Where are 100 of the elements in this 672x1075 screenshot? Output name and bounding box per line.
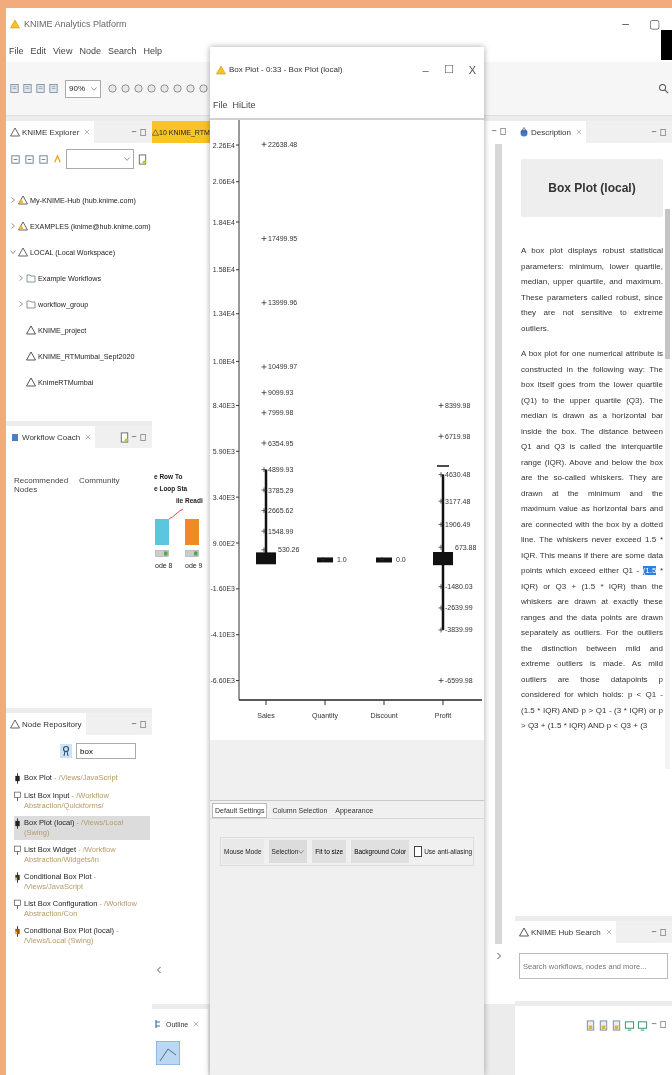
- workflow-icon: [152, 128, 159, 136]
- tree-icon[interactable]: [133, 83, 144, 94]
- outlier-marker: [438, 627, 444, 633]
- window-control[interactable]: –: [416, 63, 435, 76]
- status-lights-icon: [155, 550, 169, 557]
- tree-tool-icon[interactable]: [38, 153, 49, 165]
- minimize-maximize-icon[interactable]: [130, 719, 148, 729]
- cancel-icon[interactable]: [185, 83, 196, 94]
- server-icon: [18, 195, 28, 205]
- caret-icon: [91, 86, 97, 91]
- console-tool-icon[interactable]: [585, 1020, 596, 1031]
- chevron-icon[interactable]: [10, 223, 16, 229]
- outlier-marker: [261, 389, 267, 396]
- outline-thumbnail: [156, 1041, 180, 1065]
- outlier-marker: [438, 402, 444, 409]
- workflow-node[interactable]: [185, 519, 199, 545]
- explorer-tab[interactable]: KNIME Explorer: [6, 121, 95, 143]
- menu-item[interactable]: Search: [107, 46, 137, 56]
- box-plot-node-icon: [14, 872, 21, 883]
- search-icon[interactable]: [658, 83, 669, 94]
- workflow-coach-tab[interactable]: Workflow Coach: [6, 426, 96, 448]
- outlier-marker: [261, 546, 267, 553]
- info-icon: [519, 127, 529, 137]
- console-tool-icon[interactable]: [598, 1020, 609, 1031]
- explorer-combo[interactable]: [66, 149, 134, 169]
- node-repository-tab[interactable]: Node Repository: [6, 713, 86, 735]
- tree-tool-icon[interactable]: [24, 153, 35, 165]
- minimize-maximize-icon[interactable]: [650, 927, 668, 937]
- window-title: Box Plot - 0:33 - Box Plot (local): [229, 65, 343, 74]
- scrollbar[interactable]: [665, 209, 670, 769]
- zoom-combo[interactable]: 90%: [65, 79, 101, 98]
- column-header[interactable]: Community: [79, 476, 144, 494]
- close-icon[interactable]: [576, 129, 582, 135]
- grip-icon[interactable]: [107, 83, 118, 94]
- column-header[interactable]: Recommended Nodes: [14, 476, 79, 494]
- search-mode-icon[interactable]: [60, 744, 72, 758]
- list-box-node-icon: [14, 791, 21, 802]
- close-icon[interactable]: [84, 129, 91, 135]
- window-control[interactable]: X: [462, 63, 482, 76]
- outlier-marker: [438, 605, 444, 611]
- link-icon[interactable]: [120, 83, 131, 94]
- minimize-maximize-icon[interactable]: [130, 127, 148, 137]
- caret-icon: [298, 849, 305, 854]
- folder-icon: [26, 273, 36, 283]
- new-file-icon[interactable]: [9, 83, 20, 94]
- menu-item[interactable]: Node: [79, 46, 101, 56]
- document-icon[interactable]: [146, 83, 157, 94]
- menu-item[interactable]: View: [53, 46, 73, 56]
- hub-search-tab[interactable]: KNIME Hub Search: [515, 921, 616, 943]
- tree-tool-icon[interactable]: [10, 153, 21, 165]
- execute-all-icon[interactable]: [172, 83, 183, 94]
- outlier-marker: [438, 677, 444, 684]
- window-control[interactable]: –: [614, 17, 637, 31]
- server-icon: [18, 221, 28, 231]
- workflow-icon: [26, 351, 36, 361]
- chevron-icon[interactable]: [18, 275, 24, 281]
- chevron-icon[interactable]: [10, 249, 16, 255]
- menu-item[interactable]: File: [213, 100, 228, 110]
- minimize-maximize-icon[interactable]: [130, 432, 148, 442]
- console-tool-icon[interactable]: [611, 1020, 622, 1031]
- description-paragraph: A box plot displays robust statistical parameters: minimum, lower quartile, median, upper quartile, and maximum. These parameters called robust, since they are not sensitive to extreme outliers.: [521, 245, 663, 335]
- description-tab[interactable]: Description: [515, 121, 586, 143]
- close-icon[interactable]: [85, 434, 92, 440]
- close-icon[interactable]: [605, 929, 612, 935]
- scroll-left-icon[interactable]: [156, 966, 162, 974]
- step-icon[interactable]: [198, 83, 209, 94]
- chevron-icon[interactable]: [18, 301, 24, 307]
- minimize-maximize-icon[interactable]: [489, 127, 508, 136]
- minimize-maximize-icon[interactable]: [650, 127, 668, 137]
- execute-icon[interactable]: [159, 83, 170, 94]
- folder-icon: [26, 299, 36, 309]
- monitor-icon[interactable]: [624, 1020, 635, 1031]
- menu-item[interactable]: File: [9, 46, 24, 56]
- outlier-marker: [438, 583, 444, 590]
- knime-logo-icon: [10, 19, 20, 29]
- menu-item[interactable]: Help: [143, 46, 162, 56]
- outlier-marker: [261, 299, 267, 306]
- scrollbar[interactable]: [495, 144, 502, 944]
- sync-icon[interactable]: [52, 153, 63, 165]
- save-icon[interactable]: [22, 83, 33, 94]
- save-all-icon[interactable]: [35, 83, 46, 94]
- anti-aliasing-checkbox[interactable]: [414, 846, 423, 857]
- outlier-marker: [438, 544, 444, 551]
- print-icon[interactable]: [48, 83, 59, 94]
- minimize-maximize-icon[interactable]: [650, 1020, 668, 1029]
- close-icon[interactable]: [193, 1021, 200, 1027]
- menu-item[interactable]: Edit: [30, 46, 47, 56]
- workflow-node[interactable]: [155, 519, 169, 545]
- knime-logo-icon: [519, 927, 529, 937]
- window-control[interactable]: ▢: [641, 17, 668, 31]
- monitor-icon[interactable]: [637, 1020, 648, 1031]
- document-icon[interactable]: [137, 153, 148, 165]
- workflow-icon: [26, 325, 36, 335]
- scroll-right-icon[interactable]: [495, 952, 502, 960]
- document-icon[interactable]: [119, 431, 130, 443]
- list-box-node-icon: [14, 899, 21, 910]
- search-field[interactable]: box: [76, 743, 136, 759]
- menu-item[interactable]: HiLite: [232, 100, 256, 110]
- chevron-icon[interactable]: [10, 197, 16, 203]
- window-control[interactable]: ☐: [437, 63, 460, 76]
